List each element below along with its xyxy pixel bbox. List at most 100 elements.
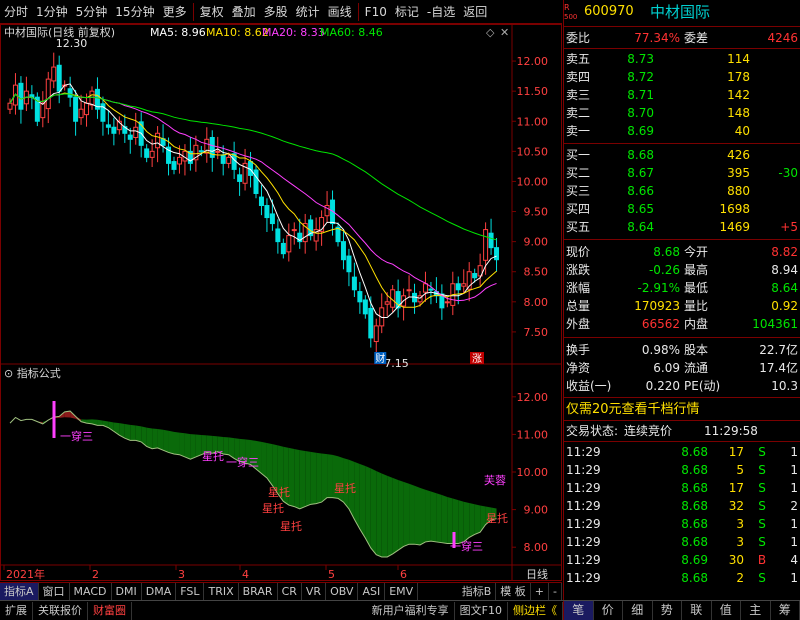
- indicator-tab[interactable]: BRAR: [239, 583, 278, 600]
- candle: [144, 144, 150, 163]
- indicator-tab[interactable]: EMV: [385, 583, 419, 600]
- panel-tab[interactable]: 势: [653, 601, 682, 620]
- tick-row: 11:29 8.68 5 S 1: [564, 461, 800, 479]
- ribbon-segment: [463, 501, 470, 542]
- toolbar-item[interactable]: 复权: [196, 1, 228, 23]
- y-tick-label: 9.00: [524, 236, 549, 249]
- panel-tab[interactable]: 主: [741, 601, 771, 620]
- promo-link[interactable]: 仅需20元查看千档行情: [566, 401, 796, 419]
- candle: [313, 217, 319, 251]
- indicator-tab[interactable]: TRIX: [204, 583, 239, 600]
- ribbon-segment: [316, 452, 322, 504]
- fund-value: 17.4亿: [759, 361, 798, 375]
- toolbar-item[interactable]: 标记: [391, 1, 423, 23]
- quote-label: 总量: [566, 299, 591, 313]
- status-item[interactable]: 扩展: [0, 601, 33, 620]
- ribbon-segment: [305, 450, 311, 507]
- candle: [34, 92, 40, 127]
- toolbar-item[interactable]: 多股: [260, 1, 292, 23]
- candle: [335, 222, 341, 247]
- period-label[interactable]: 日线: [526, 567, 548, 581]
- weicha-label: 委差: [684, 31, 709, 45]
- y-tick-label: 10.50: [517, 145, 549, 158]
- tick-volume: 3: [736, 535, 744, 549]
- candle: [395, 279, 401, 318]
- status-item[interactable]: 图文F10: [455, 601, 508, 620]
- indicator-tab[interactable]: ASI: [358, 583, 386, 600]
- toolbar-item[interactable]: F10: [361, 1, 391, 23]
- ma-legend-ma5: MA5: 8.96: [150, 26, 206, 39]
- quote-value: -2.91%: [637, 281, 680, 295]
- candle: [264, 198, 270, 232]
- toolbar-item[interactable]: 更多: [159, 1, 191, 23]
- candle: [111, 117, 117, 146]
- ribbon-segment: [294, 448, 300, 509]
- indicator-tab[interactable]: +: [531, 583, 550, 600]
- y-tick-label: 8.50: [524, 266, 549, 279]
- close-icon[interactable]: ✕: [500, 26, 509, 39]
- indicator-tab[interactable]: CR: [278, 583, 302, 600]
- indicator-tab[interactable]: DMA: [142, 583, 177, 600]
- quote-row: 外盘 66562 内盘 104361: [564, 315, 800, 333]
- kline-chart[interactable]: 中材国际(日线 前复权) MA5: 8.96 MA10: 8.62MA20: 8.3…: [0, 24, 562, 582]
- toolbar-item[interactable]: 分时: [0, 1, 32, 23]
- indicator-tab[interactable]: 窗口: [39, 583, 70, 600]
- status-item[interactable]: 新用户福利专享: [367, 601, 455, 620]
- ribbon-segment: [157, 429, 164, 451]
- status-item[interactable]: 财富圈: [88, 601, 132, 620]
- toolbar-item[interactable]: 1分钟: [32, 1, 72, 23]
- panel-tab[interactable]: 筹: [771, 601, 800, 620]
- panel-tab[interactable]: 笔: [564, 601, 594, 620]
- status-item[interactable]: 侧边栏《: [508, 601, 563, 620]
- toolbar-item[interactable]: 5分钟: [72, 1, 112, 23]
- panel-tab[interactable]: 细: [623, 601, 653, 620]
- stock-name: 中材国际: [650, 3, 711, 21]
- bid-change: -30: [778, 166, 798, 180]
- ribbon-segment: [370, 468, 377, 555]
- status-item[interactable]: 关联报价: [33, 601, 88, 620]
- indicator-tab[interactable]: VR: [302, 583, 327, 600]
- fund-value: 10.3: [771, 379, 798, 393]
- tick-side: S: [758, 535, 766, 549]
- toolbar-item[interactable]: 统计: [292, 1, 324, 23]
- indicator-tab[interactable]: OBV: [326, 583, 359, 600]
- r-badge: R: [564, 3, 570, 12]
- panel-tab[interactable]: 价: [594, 601, 623, 620]
- bid-volume: 1698: [719, 202, 750, 216]
- toolbar-item[interactable]: 叠加: [228, 1, 260, 23]
- ma-legend-ma60: MA60: 8.46: [320, 26, 383, 39]
- diamond-icon[interactable]: ◇: [486, 26, 495, 39]
- candle: [253, 165, 259, 199]
- fund-value: 0.220: [645, 379, 680, 393]
- candle: [412, 283, 418, 314]
- indicator-tab[interactable]: FSL: [176, 583, 205, 600]
- toolbar-item[interactable]: 15分钟: [111, 1, 158, 23]
- indicator-tab[interactable]: MACD: [70, 583, 112, 600]
- panel-tab[interactable]: 值: [712, 601, 741, 620]
- toolbar-item[interactable]: -自选: [423, 1, 459, 23]
- bid-price: 8.66: [627, 184, 654, 198]
- x-axis-label: 5: [328, 568, 335, 581]
- tick-volume: 30: [728, 553, 744, 567]
- bid-label: 买二: [566, 166, 591, 180]
- indicator-tab[interactable]: 指标A: [0, 583, 39, 600]
- x-axis-label: 2: [92, 568, 99, 581]
- tick-count: 1: [790, 445, 798, 459]
- tick-row: 11:29 8.68 3 S 1: [564, 533, 800, 551]
- quote-value: 104361: [752, 317, 798, 331]
- toolbar-item[interactable]: 画线: [324, 1, 356, 23]
- ask-row: 卖二 8.70 148: [564, 104, 800, 122]
- indicator-tab[interactable]: 指标B: [458, 583, 497, 600]
- indicator-tab[interactable]: -: [549, 583, 562, 600]
- y-tick-label: 12.00: [517, 55, 549, 68]
- ribbon-segment: [398, 480, 404, 551]
- ribbon-segment: [403, 481, 410, 547]
- ribbon-segment: [414, 485, 420, 545]
- panel-tab[interactable]: 联: [682, 601, 712, 620]
- fund-label: PE(动): [684, 379, 721, 393]
- indicator-tab[interactable]: 模 板: [496, 583, 531, 600]
- indicator-tab[interactable]: DMI: [112, 583, 142, 600]
- toolbar-item[interactable]: 返回: [459, 1, 491, 23]
- tick-time: 11:29: [566, 499, 601, 513]
- tick-row: 11:29 8.68 17 S 1: [564, 479, 800, 497]
